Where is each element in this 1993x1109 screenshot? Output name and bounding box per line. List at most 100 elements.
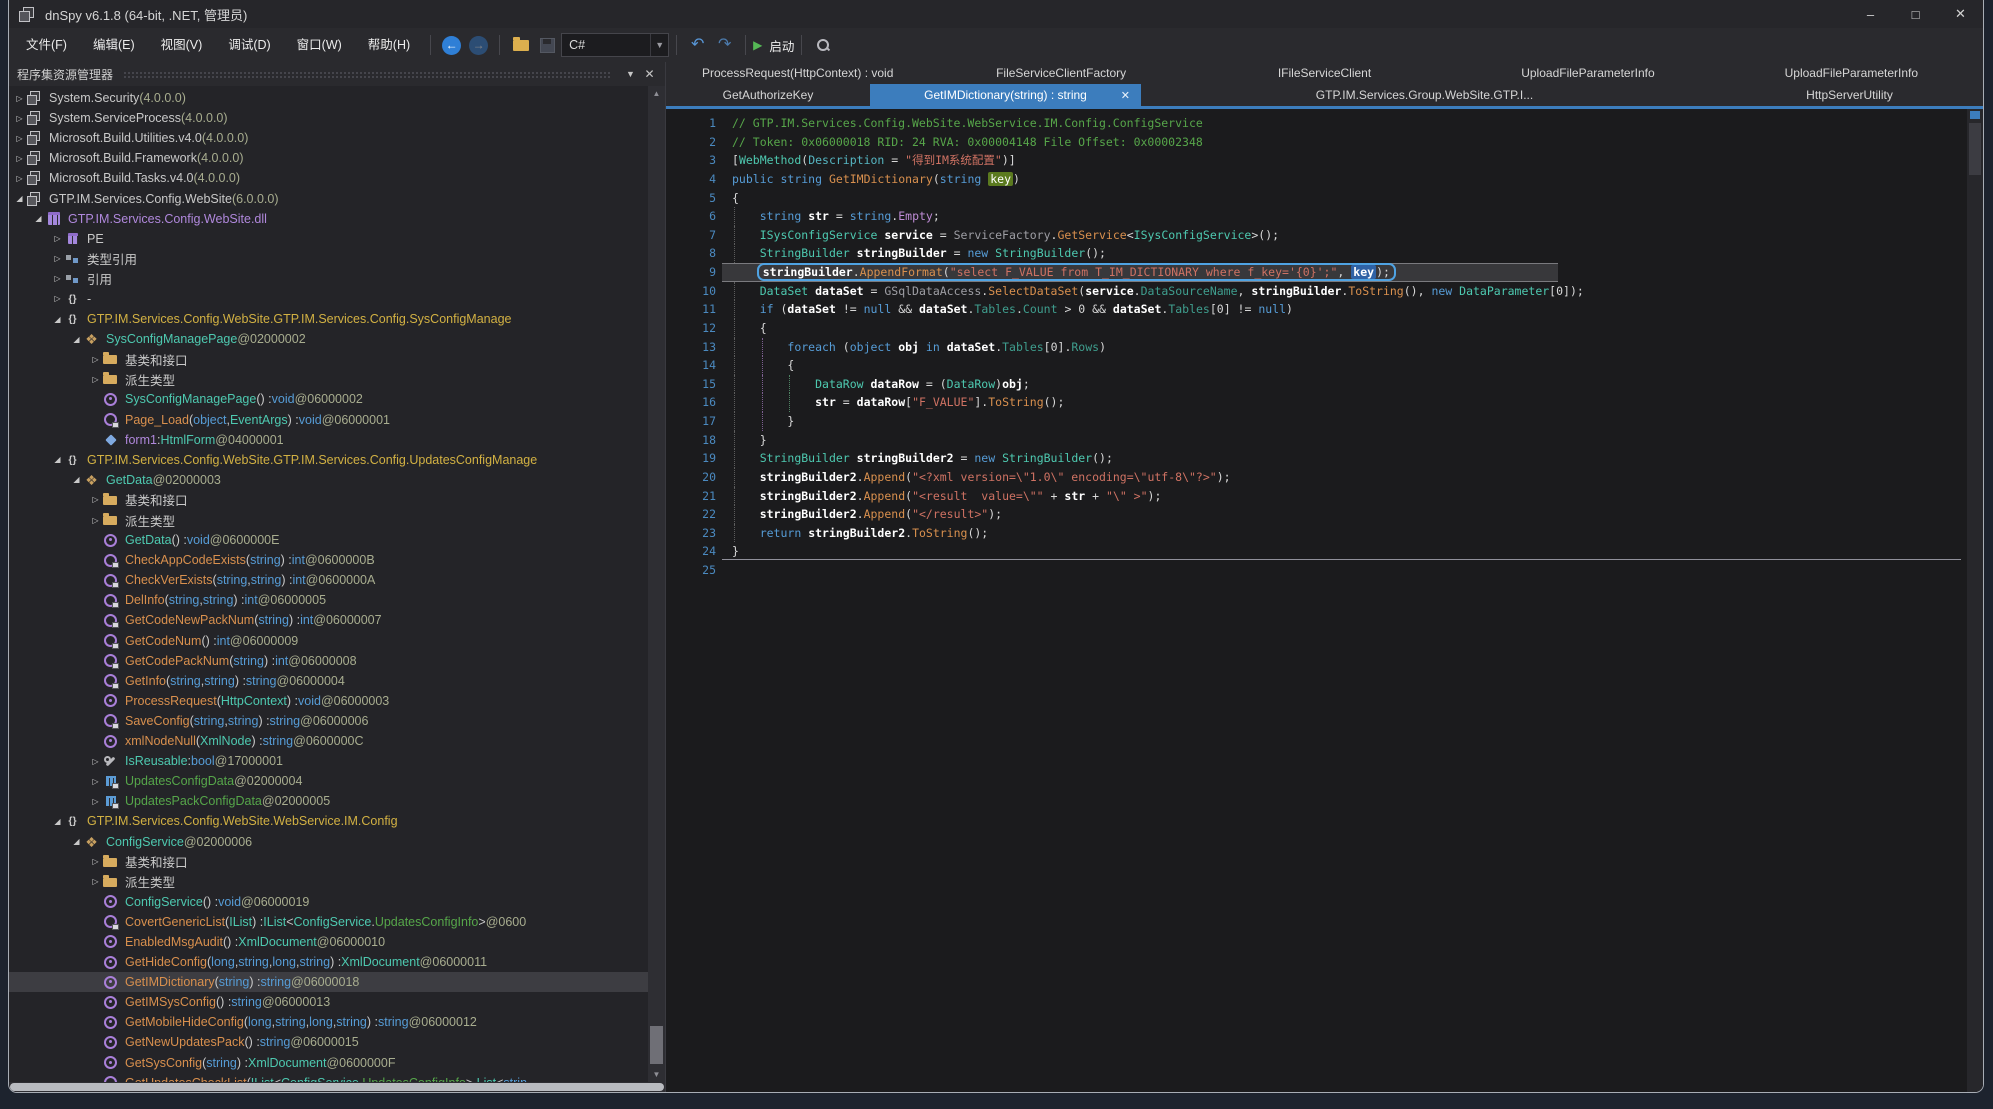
expand-icon[interactable]: ▷ [13, 134, 26, 143]
maximize-button[interactable]: □ [1893, 0, 1938, 28]
tree-row[interactable]: ▷派生类型 [9, 872, 665, 892]
tree-row[interactable]: GetMobileHideConfig(long, string, long, … [9, 1012, 665, 1032]
panel-close-button[interactable]: ✕ [640, 65, 659, 83]
tree-row[interactable]: ▷PE [9, 229, 665, 249]
tree-row[interactable]: GetInfo(string, string) : string @060000… [9, 671, 665, 691]
undo-button[interactable]: ↶ [684, 32, 711, 59]
expand-icon[interactable]: ▷ [89, 757, 102, 766]
tab[interactable]: FileServiceClientFactory [929, 62, 1192, 84]
search-button[interactable] [809, 32, 836, 59]
menu-item[interactable]: 编辑(E) [80, 28, 148, 62]
expand-icon[interactable]: ▷ [89, 857, 102, 866]
tab[interactable]: GetAuthorizeKey [666, 84, 870, 106]
tree-row[interactable]: ◢GTP.IM.Services.Config.WebSite.dll [9, 209, 665, 229]
tree-row[interactable]: ▷System.ServiceProcess (4.0.0.0) [9, 108, 665, 128]
tree-row[interactable]: GetUpdatesCheckList(IList<ConfigService.… [9, 1073, 665, 1082]
tree-row[interactable]: GetCodePackNum(string) : int @06000008 [9, 651, 665, 671]
scrollbar-thumb[interactable] [10, 1083, 664, 1091]
tree-row[interactable]: ▷类型引用 [9, 249, 665, 269]
tab[interactable]: IFileServiceClient [1193, 62, 1456, 84]
collapse-icon[interactable]: ◢ [70, 475, 83, 484]
open-file-button[interactable] [507, 32, 534, 59]
expand-icon[interactable]: ▷ [51, 294, 64, 303]
collapse-icon[interactable]: ◢ [70, 335, 83, 344]
expand-icon[interactable]: ▷ [51, 254, 64, 263]
tree-row[interactable]: GetHideConfig(long, string, long, string… [9, 952, 665, 972]
tree-row[interactable]: ◢GTP.IM.Services.Config.WebSite (6.0.0.0… [9, 188, 665, 208]
tree-row[interactable]: ◢SysConfigManagePage @02000002 [9, 329, 665, 349]
panel-menu-button[interactable]: ▼ [621, 65, 640, 83]
tree-row[interactable]: ▷IsReusable : bool @17000001 [9, 751, 665, 771]
expand-icon[interactable]: ▷ [89, 877, 102, 886]
navigate-forward-button[interactable]: → [465, 32, 492, 59]
tab[interactable]: HttpServerUtility [1708, 84, 1984, 106]
navigate-back-button[interactable]: ← [438, 32, 465, 59]
chevron-down-icon[interactable]: ▼ [650, 34, 668, 56]
tree-row[interactable]: ▷引用 [9, 269, 665, 289]
tree-row[interactable]: Page_Load(object, EventArgs) : void @060… [9, 410, 665, 430]
tree-row[interactable]: ▷派生类型 [9, 369, 665, 389]
tab[interactable]: ProcessRequest(HttpContext) : void [666, 62, 929, 84]
tree-row[interactable]: ▷Microsoft.Build.Framework (4.0.0.0) [9, 148, 665, 168]
tab-close-icon[interactable]: ✕ [1121, 89, 1130, 102]
expand-icon[interactable]: ▷ [89, 777, 102, 786]
tree-row[interactable]: GetData() : void @0600000E [9, 530, 665, 550]
tab[interactable]: UploadFileParameterInfo [1456, 62, 1719, 84]
menu-item[interactable]: 窗口(W) [284, 28, 355, 62]
collapse-icon[interactable]: ◢ [51, 817, 64, 826]
tree-row[interactable]: ▷Microsoft.Build.Utilities.v4.0 (4.0.0.0… [9, 128, 665, 148]
expand-icon[interactable]: ▷ [89, 797, 102, 806]
tree-row[interactable]: ◢GTP.IM.Services.Config.WebSite.WebServi… [9, 811, 665, 831]
menu-item[interactable]: 视图(V) [148, 28, 216, 62]
tree-row[interactable]: GetIMSysConfig() : string @06000013 [9, 992, 665, 1012]
minimize-button[interactable]: – [1848, 0, 1893, 28]
tree-row[interactable]: ProcessRequest(HttpContext) : void @0600… [9, 691, 665, 711]
tab[interactable]: UploadFileParameterInfo [1720, 62, 1983, 84]
tree-row[interactable]: ▷UpdatesPackConfigData @02000005 [9, 791, 665, 811]
tree-row[interactable]: GetNewUpdatesPack() : string @06000015 [9, 1032, 665, 1052]
decompiled-code[interactable]: 1// GTP.IM.Services.Config.WebSite.WebSe… [666, 109, 1967, 1092]
code-vertical-scrollbar[interactable] [1967, 109, 1983, 1092]
expand-icon[interactable]: ▷ [89, 495, 102, 504]
tree-row[interactable]: ▷- [9, 289, 665, 309]
expand-icon[interactable]: ▷ [13, 174, 26, 183]
tree-row[interactable]: GetCodeNewPackNum(string) : int @0600000… [9, 610, 665, 630]
expand-icon[interactable]: ▷ [89, 355, 102, 364]
tree-row[interactable]: ConfigService() : void @06000019 [9, 892, 665, 912]
expand-icon[interactable]: ▷ [51, 274, 64, 283]
expand-icon[interactable]: ▷ [89, 375, 102, 384]
tree-row[interactable]: ▷Microsoft.Build.Tasks.v4.0 (4.0.0.0) [9, 168, 665, 188]
tree-row[interactable]: CovertGenericList(IList) : IList<ConfigS… [9, 912, 665, 932]
tree-row[interactable]: GetSysConfig(string) : XmlDocument @0600… [9, 1053, 665, 1073]
tree-vertical-scrollbar[interactable]: ▲ ▼ [648, 86, 665, 1082]
collapse-icon[interactable]: ◢ [51, 455, 64, 464]
tree-row[interactable]: CheckVerExists(string, string) : int @06… [9, 570, 665, 590]
expand-icon[interactable]: ▷ [13, 154, 26, 163]
collapse-icon[interactable]: ◢ [70, 837, 83, 846]
tab-active[interactable]: GetIMDictionary(string) : string✕ [870, 84, 1141, 106]
tree-row[interactable]: ▷基类和接口 [9, 852, 665, 872]
menu-item[interactable]: 帮助(H) [355, 28, 423, 62]
expand-icon[interactable]: ▷ [13, 94, 26, 103]
save-all-button[interactable] [534, 32, 561, 59]
tree-row[interactable]: ◢GTP.IM.Services.Config.WebSite.GTP.IM.S… [9, 309, 665, 329]
tree-row[interactable]: form1 : HtmlForm @04000001 [9, 430, 665, 450]
menu-item[interactable]: 调试(D) [215, 28, 283, 62]
tree-row[interactable]: SaveConfig(string, string) : string @060… [9, 711, 665, 731]
tree-row[interactable]: GetCodeNum() : int @06000009 [9, 631, 665, 651]
tree-row-selected[interactable]: GetIMDictionary(string) : string @060000… [9, 972, 665, 992]
tree-row[interactable]: ▷基类和接口 [9, 490, 665, 510]
tree-row[interactable]: EnabledMsgAudit() : XmlDocument @0600001… [9, 932, 665, 952]
close-button[interactable]: ✕ [1938, 0, 1983, 28]
tree-row[interactable]: DelInfo(string, string) : int @06000005 [9, 590, 665, 610]
tree-row[interactable]: ▷基类和接口 [9, 349, 665, 369]
scrollbar-thumb[interactable] [1969, 123, 1981, 175]
tab[interactable]: GTP.IM.Services.Group.WebSite.GTP.I... [1141, 84, 1708, 106]
expand-icon[interactable]: ▷ [51, 234, 64, 243]
tree-row[interactable]: ▷UpdatesConfigData @02000004 [9, 771, 665, 791]
tree-row[interactable]: ◢GTP.IM.Services.Config.WebSite.GTP.IM.S… [9, 450, 665, 470]
tree-row[interactable]: CheckAppCodeExists(string) : int @060000… [9, 550, 665, 570]
scrollbar-thumb[interactable] [650, 1026, 663, 1064]
tree-horizontal-scrollbar[interactable] [9, 1082, 665, 1092]
scroll-down-icon[interactable]: ▼ [648, 1067, 665, 1082]
